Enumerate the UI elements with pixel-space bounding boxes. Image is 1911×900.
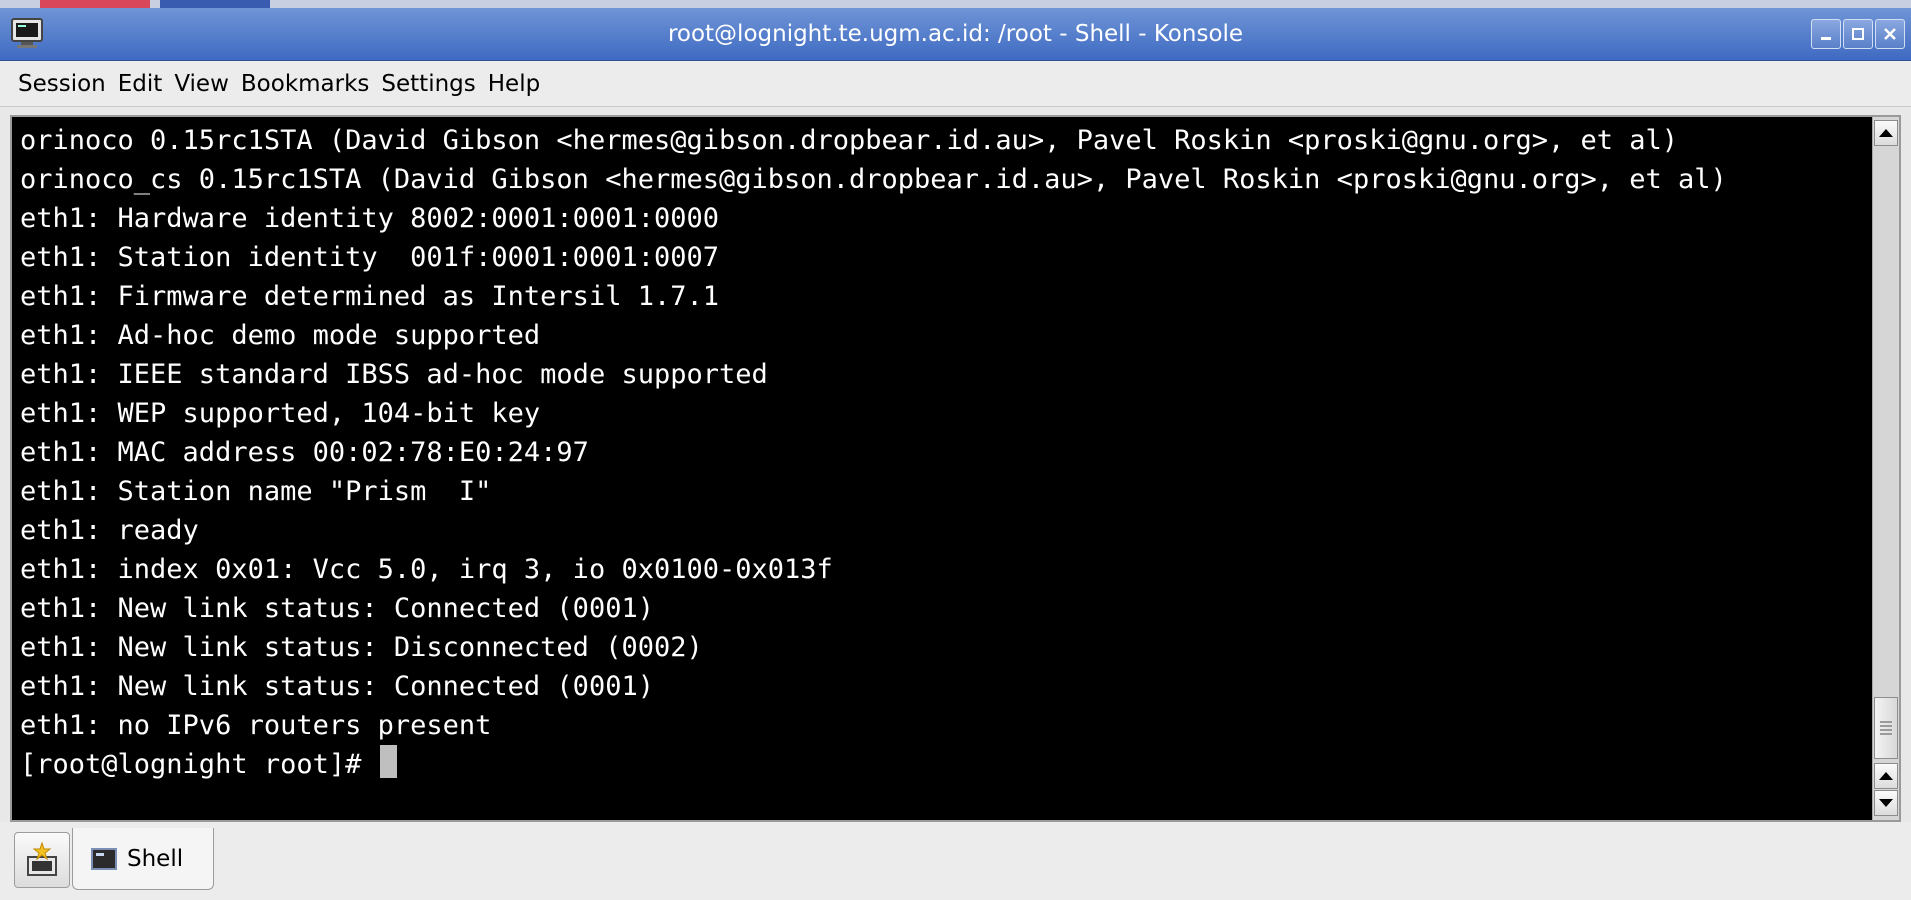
window-title: root@lognight.te.ugm.ac.id: /root - Shel…	[667, 21, 1244, 47]
scroll-up-button[interactable]	[1874, 120, 1898, 146]
title-bar[interactable]: root@lognight.te.ugm.ac.id: /root - Shel…	[0, 8, 1911, 61]
terminal-line: orinoco 0.15rc1STA (David Gibson <hermes…	[20, 125, 1679, 156]
menu-view[interactable]: View	[168, 71, 235, 97]
menu-help[interactable]: Help	[482, 71, 546, 97]
terminal-line: eth1: Station name "Prism I"	[20, 476, 492, 507]
new-session-icon	[27, 841, 57, 876]
terminal-line: eth1: WEP supported, 104-bit key	[20, 398, 541, 429]
desktop-strip-blue	[160, 0, 270, 8]
terminal-line: eth1: Firmware determined as Intersil 1.…	[20, 281, 719, 312]
terminal-line: eth1: MAC address 00:02:78:E0:24:97	[20, 437, 589, 468]
maximize-icon[interactable]	[1843, 19, 1873, 49]
menu-session[interactable]: Session	[12, 71, 112, 97]
tab-label: Shell	[127, 845, 184, 872]
grip-icon	[1880, 721, 1892, 735]
menu-edit[interactable]: Edit	[112, 71, 169, 97]
arrow-up-icon	[1879, 772, 1893, 780]
terminal-frame: orinoco 0.15rc1STA (David Gibson <hermes…	[10, 115, 1901, 822]
terminal-line: orinoco_cs 0.15rc1STA (David Gibson <her…	[20, 164, 1727, 195]
terminal-line: eth1: ready	[20, 515, 199, 546]
shell-prompt: [root@lognight root]#	[20, 749, 378, 780]
terminal-line: eth1: New link status: Disconnected (000…	[20, 632, 703, 663]
desktop-strip-red	[40, 0, 150, 8]
terminal-line: eth1: IEEE standard IBSS ad-hoc mode sup…	[20, 359, 768, 390]
menu-bookmarks[interactable]: Bookmarks	[235, 71, 376, 97]
arrow-up-icon	[1879, 129, 1893, 137]
scroll-down-button[interactable]	[1874, 790, 1898, 816]
terminal-lines: orinoco 0.15rc1STA (David Gibson <hermes…	[20, 121, 1727, 784]
prompt-line[interactable]: [root@lognight root]#	[20, 745, 1727, 784]
terminal-icon	[91, 847, 117, 870]
arrow-down-icon	[1879, 799, 1893, 807]
minimize-icon[interactable]	[1811, 19, 1841, 49]
scroll-up-button-lower[interactable]	[1874, 763, 1898, 789]
desktop-strip	[0, 0, 1911, 8]
terminal-line: eth1: no IPv6 routers present	[20, 710, 492, 741]
text-cursor	[379, 745, 397, 778]
terminal-line: eth1: New link status: Connected (0001)	[20, 593, 654, 624]
terminal-line: eth1: index 0x01: Vcc 5.0, irq 3, io 0x0…	[20, 554, 833, 585]
terminal-line: eth1: Station identity 001f:0001:0001:00…	[20, 242, 719, 273]
scroll-thumb[interactable]	[1874, 697, 1898, 759]
session-tab-bar: Shell	[0, 822, 1911, 900]
terminal-line: eth1: New link status: Connected (0001)	[20, 671, 654, 702]
vertical-scrollbar[interactable]	[1872, 117, 1899, 820]
menu-settings[interactable]: Settings	[375, 71, 481, 97]
terminal-line: eth1: Hardware identity 8002:0001:0001:0…	[20, 203, 719, 234]
close-icon[interactable]	[1875, 19, 1905, 49]
terminal-output[interactable]: orinoco 0.15rc1STA (David Gibson <hermes…	[12, 117, 1872, 820]
window-controls	[1811, 19, 1905, 49]
tab-shell[interactable]: Shell	[72, 828, 214, 890]
new-session-button[interactable]	[14, 832, 70, 888]
menu-bar: Session Edit View Bookmarks Settings Hel…	[0, 61, 1911, 107]
terminal-line: eth1: Ad-hoc demo mode supported	[20, 320, 541, 351]
